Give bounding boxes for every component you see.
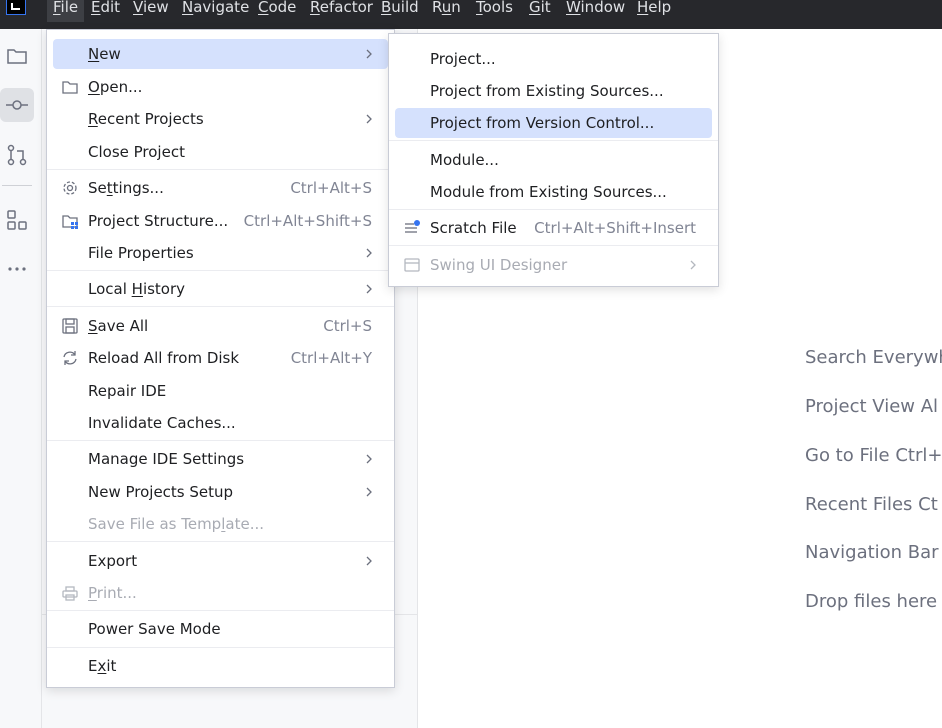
menu-separator	[389, 209, 718, 210]
menu-item-reload-all[interactable]: Reload All from Disk Ctrl+Alt+Y	[53, 343, 388, 373]
pull-requests-tool-button[interactable]	[0, 138, 34, 172]
menu-item-file-properties[interactable]: File Properties	[53, 238, 388, 268]
print-icon	[62, 586, 78, 601]
new-submenu-popup: Project... Project from Existing Sources…	[388, 33, 719, 287]
menu-item-project-structure[interactable]: Project Structure... Ctrl+Alt+Shift+S	[53, 206, 388, 236]
folder-icon	[7, 49, 27, 64]
chevron-right-icon	[366, 487, 372, 497]
menu-item-recent-projects[interactable]: Recent Projects	[53, 104, 388, 134]
menu-item-save-all[interactable]: Save All Ctrl+S	[53, 311, 388, 341]
app-logo-icon[interactable]	[6, 0, 26, 15]
menu-item-save-file-as-template: Save File as Template...	[88, 515, 264, 533]
menu-help[interactable]: Help	[631, 0, 677, 22]
menu-item-invalidate-caches[interactable]: Invalidate Caches...	[53, 408, 388, 438]
menu-item-local-history[interactable]: Local History	[53, 274, 388, 304]
menu-item-exit[interactable]: Exit	[53, 651, 388, 681]
commit-tool-button[interactable]	[0, 88, 34, 122]
menu-item-project-from-existing-sources[interactable]: Project from Existing Sources...	[395, 76, 712, 106]
structure-tool-button[interactable]	[0, 203, 34, 237]
menu-item-module-from-existing-sources[interactable]: Module from Existing Sources...	[395, 177, 712, 207]
menu-window[interactable]: Window	[560, 0, 631, 22]
commit-icon	[6, 100, 28, 110]
menu-separator	[47, 169, 394, 170]
save-icon	[62, 318, 78, 334]
project-structure-icon	[62, 215, 78, 229]
editor-hint: Search Everywh	[805, 347, 942, 368]
menu-item-new-project[interactable]: Project...	[395, 44, 712, 74]
menu-item-power-save-mode[interactable]: Power Save Mode	[53, 614, 388, 644]
menu-refactor[interactable]: Refactor	[304, 0, 379, 22]
editor-hint: Go to File Ctrl+	[805, 445, 942, 466]
structure-icon	[7, 210, 27, 230]
gear-icon	[63, 181, 77, 195]
chevron-right-icon	[366, 556, 372, 566]
menu-edit[interactable]: Edit	[85, 0, 126, 22]
menu-navigate[interactable]: Navigate	[176, 0, 255, 22]
editor-hint: Project View Al	[805, 396, 939, 417]
tool-window-strip	[0, 29, 42, 728]
menu-item-close-project[interactable]: Close Project	[53, 137, 388, 167]
menu-item-module[interactable]: Module...	[395, 145, 712, 175]
menu-separator	[47, 440, 394, 441]
menu-item-new-projects-setup[interactable]: New Projects Setup	[53, 477, 388, 507]
menu-build[interactable]: Build	[375, 0, 425, 22]
menu-item-project-from-version-control[interactable]: Project from Version Control...	[395, 108, 712, 138]
folder-icon	[62, 81, 78, 94]
menu-separator	[389, 140, 718, 141]
tool-separator	[2, 185, 32, 186]
menu-separator	[47, 647, 394, 648]
pull-requests-icon	[7, 144, 27, 166]
menu-item-print: Print...	[53, 578, 388, 608]
chevron-right-icon	[366, 454, 372, 464]
chevron-right-icon	[690, 260, 696, 270]
editor-hint: Navigation Bar	[805, 542, 939, 563]
project-tool-button[interactable]	[0, 39, 34, 73]
menu-item-manage-ide-settings[interactable]: Manage IDE Settings	[53, 444, 388, 474]
menu-item-swing-ui-designer: Swing UI Designer	[395, 250, 712, 280]
chevron-right-icon	[366, 248, 372, 258]
menu-run[interactable]: Run	[426, 0, 467, 22]
scratch-file-icon	[405, 220, 420, 233]
menu-item-open[interactable]: Open...	[53, 72, 388, 102]
editor-hint: Recent Files Ct	[805, 494, 938, 515]
menu-code[interactable]: Code	[252, 0, 302, 22]
chevron-right-icon	[366, 114, 372, 124]
more-icon	[8, 267, 26, 271]
menu-item-new[interactable]: New	[53, 39, 388, 69]
menu-git[interactable]: Git	[523, 0, 557, 22]
reload-icon	[63, 351, 77, 365]
menu-item-repair-ide[interactable]: Repair IDE	[53, 376, 388, 406]
menu-item-scratch-file[interactable]: Scratch File Ctrl+Alt+Shift+Insert	[395, 213, 712, 243]
editor-hint: Drop files here	[805, 591, 938, 612]
menu-file[interactable]: File	[47, 0, 85, 22]
menu-item-settings[interactable]: Settings... Ctrl+Alt+S	[53, 173, 388, 203]
main-menu-bar: File Edit View Navigate Code Refactor Bu…	[0, 0, 942, 29]
menu-separator	[47, 541, 394, 542]
more-tool-windows-button[interactable]	[0, 252, 34, 286]
chevron-right-icon	[366, 284, 372, 294]
menu-separator	[47, 306, 394, 307]
chevron-right-icon	[366, 49, 372, 59]
menu-separator	[47, 610, 394, 611]
menu-item-export[interactable]: Export	[53, 546, 388, 576]
file-menu-popup: New Open... Recent Projects Close Projec…	[46, 29, 395, 688]
form-icon	[404, 258, 420, 272]
menu-separator	[389, 245, 718, 246]
menu-view[interactable]: View	[127, 0, 175, 22]
menu-separator	[47, 270, 394, 271]
menu-tools[interactable]: Tools	[470, 0, 519, 22]
